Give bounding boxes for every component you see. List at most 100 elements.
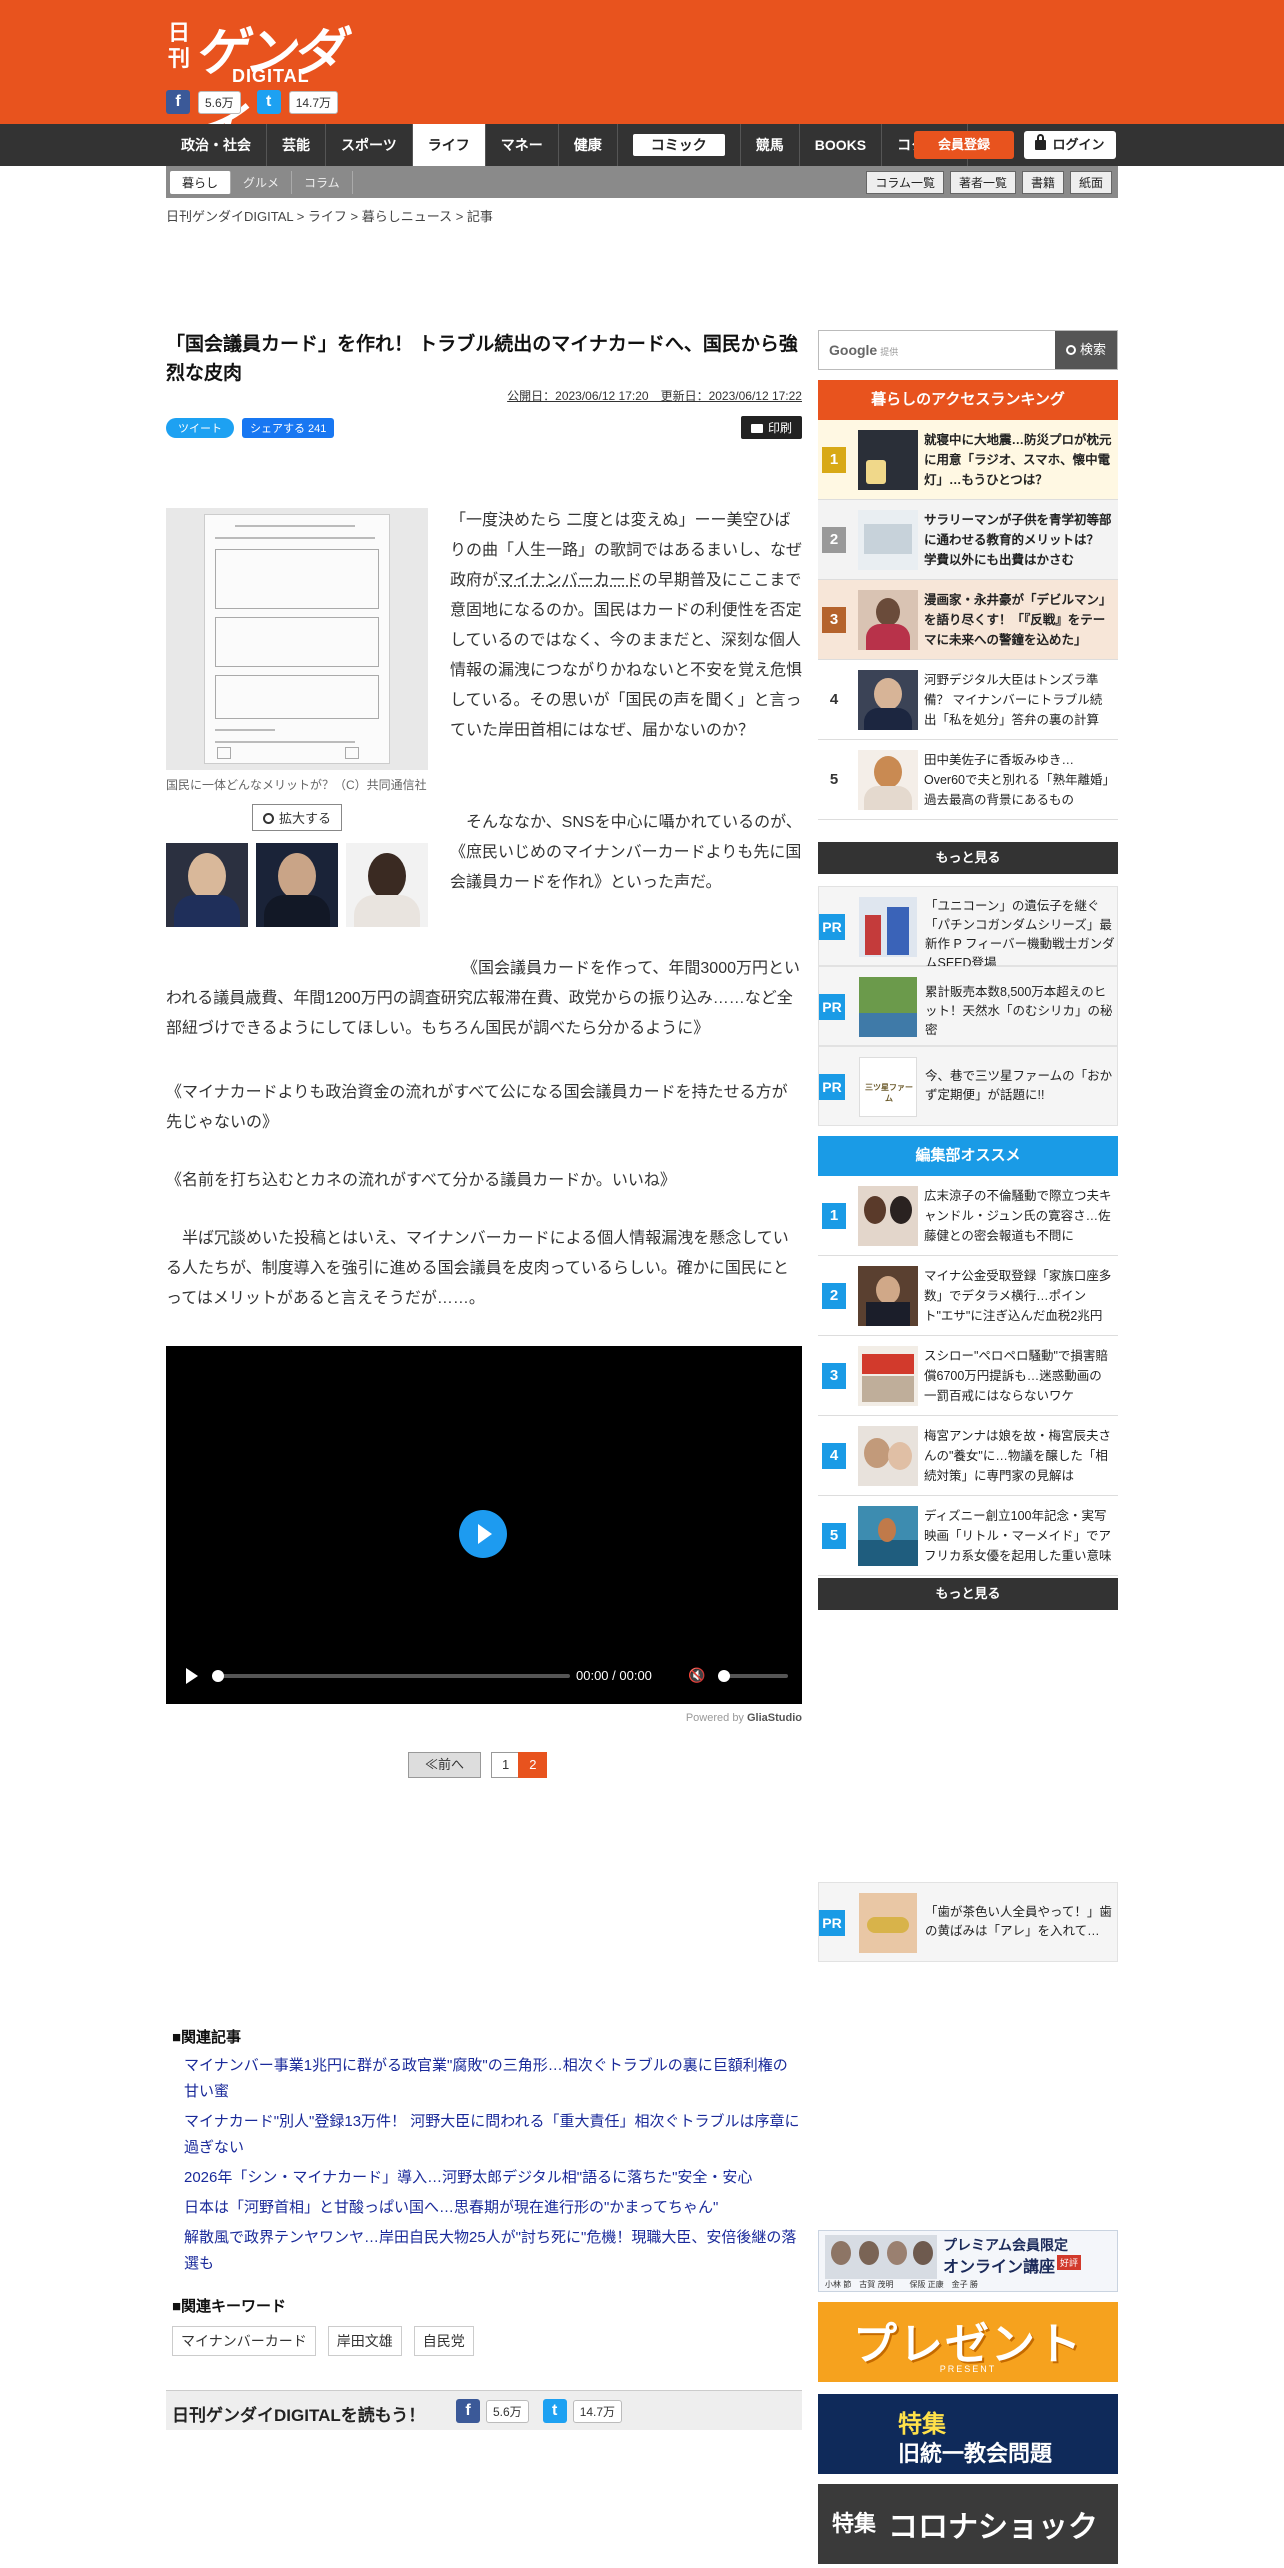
nav-money[interactable]: マネー [486,124,559,166]
corona-banner[interactable]: 特集 コロナショック [818,2484,1118,2564]
column-list-button[interactable]: コラム一覧 [866,171,944,194]
pr-item-3[interactable]: PR 三ツ星ファーム 今、巷で三ツ星ファームの「おかず定期便」が話題に!! [818,1046,1118,1126]
mynumber-link[interactable]: マイナンバーカード [498,572,642,589]
main-nav: 政治・社会 芸能 スポーツ ライフ マネー 健康 コミック 競馬 BOOKS コ… [0,124,1284,166]
keywords-heading: ■関連キーワード [172,2298,287,2315]
mute-icon[interactable]: 🔇 [688,1668,708,1684]
search-brand-text: Google [829,342,878,358]
pr-item-teeth[interactable]: PR 「歯が茶色い人全員やって！」歯の黄ばみは「アレ」を入れて… [818,1882,1118,1962]
facebook-share-button[interactable]: シェアする 241 [242,418,335,438]
related-link-4[interactable]: 日本は「河野首相」と甘酸っぱい国へ…思春期が現在進行形の"かまってちゃん" [184,2195,802,2221]
editor-thumbnail [858,1186,918,1246]
pr-item-2[interactable]: PR 累計販売本数8,500万本超えのヒット！天然水「のむシリカ」の秘密 [818,966,1118,1046]
breadcrumb[interactable]: 日刊ゲンダイDIGITAL > ライフ > 暮らしニュース > 記事 [166,206,493,225]
page-2[interactable]: 2 [518,1752,548,1778]
print-button[interactable]: 印刷 [740,416,802,439]
seminar-banner[interactable]: プレミアム会員限定 オンライン講座 好評 小林 節 古賀 茂明 保阪 正康 金子… [818,2230,1118,2292]
rank-number: 1 [822,447,846,473]
subnav-column[interactable]: コラム [292,171,353,194]
seminar-title: プレミアム会員限定 [943,2237,1069,2253]
facebook-icon[interactable]: f [166,90,190,114]
nav-entertainment[interactable]: 芸能 [267,124,326,166]
thumbnail-2[interactable] [256,843,338,927]
keyword-1[interactable]: マイナンバーカード [172,2326,316,2356]
ranking-item-5[interactable]: 5 田中美佐子に香坂みゆき…Over60で夫と別れる「熟年離婚」過去最高の背景に… [818,740,1118,820]
member-register-button[interactable]: 会員登録 [914,131,1014,159]
ranking-item-4[interactable]: 4 河野デジタル大臣はトンズラ準備？ マイナンバーにトラブル続出「私を処分」答弁… [818,660,1118,740]
zoom-button[interactable]: 拡大する [252,804,342,831]
editor-item-5[interactable]: 5 ディズニー創立100年記念・実写映画「リトル・マーメイド」でアフリカ系女優を… [818,1496,1118,1576]
thumbnail-3[interactable] [346,843,428,927]
printer-icon [750,424,763,433]
nav-keiba[interactable]: 競馬 [741,124,800,166]
editor-number: 4 [822,1443,846,1469]
related-link-1[interactable]: マイナンバー事業1兆円に群がる政官業"腐敗"の三角形…相次ぐトラブルの裏に巨額利… [184,2053,802,2105]
powered-prefix: Powered by [685,1712,744,1724]
nav-health[interactable]: 健康 [559,124,618,166]
paragraph-4: 《マイナカードよりも政治資金の流れがすべて公になる国会議員カードを持たせる方が先… [166,1084,788,1131]
author-list-button[interactable]: 著者一覧 [949,171,1016,194]
play-icon[interactable] [459,1510,507,1558]
editor-item-2[interactable]: 2 マイナ公金受取登録「家族口座多数」でデタラメ横行…ポイント"エサ"に注ぎ込ん… [818,1256,1118,1336]
thumbnail-row [166,843,428,927]
seek-bar[interactable] [216,1674,570,1678]
ranking-item-3[interactable]: 3 漫画家・永井豪が「デビルマン」を語り尽くす！「『反戦』をテーマに未来への警鐘… [818,580,1118,660]
seek-handle[interactable] [212,1670,224,1682]
nav-life[interactable]: ライフ [412,124,486,166]
volume-bar[interactable] [722,1674,788,1678]
rank-title: 漫画家・永井豪が「デビルマン」を語り尽くす！「『反戦』をテーマに未来への警鐘を込… [924,593,1112,647]
related-link-3[interactable]: 2026年「シン・マイナカード」導入…河野太郎デジタル相"語るに落ちた"安全・安… [184,2165,802,2191]
nav-sports[interactable]: スポーツ [326,124,413,166]
document-image [204,514,390,764]
ranking-more-button[interactable]: もっと見る [818,842,1118,874]
control-play-icon[interactable] [186,1668,198,1684]
zoom-label: 拡大する [278,811,331,826]
site-logo[interactable]: 日刊 ゲンダイ DIGITAL [166,10,346,158]
nav-comic[interactable]: コミック [618,124,741,166]
seminar-badge: 好評 [1057,2255,1082,2270]
pr-item-1[interactable]: PR 「ユニコーン」の遺伝子を継ぐ「パチンコガンダムシリーズ」最新作 P フィー… [818,886,1118,970]
twitter-icon[interactable]: t [542,2399,567,2423]
nav-politics[interactable]: 政治・社会 [166,124,267,166]
powered-brand: GliaStudio [747,1712,802,1724]
editor-number: 2 [822,1283,846,1309]
search-button[interactable]: 検索 [1055,331,1117,369]
editor-item-3[interactable]: 3 スシロー"ペロペロ騒動"で損害賠償6700万円提訴も…迷惑動画の一罰百戒には… [818,1336,1118,1416]
twitter-icon[interactable]: t [256,90,281,114]
volume-handle[interactable] [718,1670,730,1682]
main-photo[interactable] [166,508,428,770]
page-1[interactable]: 1 [491,1752,521,1778]
keyword-2[interactable]: 岸田文雄 [327,2326,402,2356]
prev-page-button[interactable]: ≪前へ [408,1752,482,1778]
pr-thumbnail: 三ツ星ファーム [859,1057,917,1117]
tweet-button[interactable]: ツイート [166,418,234,438]
ranking-item-2[interactable]: 2 サラリーマンが子供を青学初等部に通わせる教育的メリットは？ 学費以外にも出費… [818,500,1118,580]
login-button[interactable]: ログイン [1024,131,1116,159]
related-link-2[interactable]: マイナカード"別人"登録13万件！ 河野大臣に問われる「重大責任」相次ぐトラブル… [184,2109,802,2161]
keyword-list: マイナンバーカード 岸田文雄 自民党 [172,2326,802,2356]
site-header: 日刊 ゲンダイ DIGITAL f 5.6万 t 14.7万 [0,0,1284,158]
books-button[interactable]: 書籍 [1021,171,1064,194]
editor-item-1[interactable]: 1 広末涼子の不倫騒動で際立つ夫キャンドル・ジュン氏の寛容さ…佐藤健との密会報道… [818,1176,1118,1256]
facebook-icon[interactable]: f [456,2399,480,2423]
site-search[interactable]: Google 提供 検索 [818,330,1118,370]
editor-thumbnail [858,1506,918,1566]
subnav-gourmet[interactable]: グルメ [231,171,293,194]
editor-item-4[interactable]: 4 梅宮アンナは娘を故・梅宮辰夫さんの"養女"に…物議を醸した「相続対策」に専門… [818,1416,1118,1496]
paper-button[interactable]: 紙面 [1069,171,1112,194]
keyword-3[interactable]: 自民党 [413,2326,474,2356]
unification-church-banner[interactable]: 特集 旧統一教会問題 [818,2394,1118,2474]
subnav-kurashi[interactable]: 暮らし [170,171,232,194]
thumbnail-1[interactable] [166,843,248,927]
read-us-label: 日刊ゲンダイDIGITALを読もう！ [172,2406,426,2425]
video-player[interactable]: 00:00 / 00:00 🔇 [166,1346,802,1704]
ranking-item-1[interactable]: 1 就寝中に大地震…防災プロが枕元に用意「ラジオ、スマホ、懐中電灯」…もうひとつ… [818,420,1118,500]
photo-caption: 国民に一体どんなメリットが？（C）共同通信社 [166,778,427,792]
rank-title: 田中美佐子に香坂みゆき…Over60で夫と別れる「熟年離婚」過去最高の背景にある… [924,753,1109,807]
pr-title: 累計販売本数8,500万本超えのヒット！天然水「のむシリカ」の秘密 [925,985,1113,1037]
nav-books[interactable]: BOOKS [800,124,883,166]
pr-badge: PR [819,1074,845,1100]
present-banner[interactable]: プレゼント PRESENT [818,2302,1118,2382]
editor-more-button[interactable]: もっと見る [818,1578,1118,1610]
related-link-5[interactable]: 解散風で政界テンヤワンヤ…岸田自民大物25人が"討ち死に"危機！現職大臣、安倍後… [184,2225,802,2277]
